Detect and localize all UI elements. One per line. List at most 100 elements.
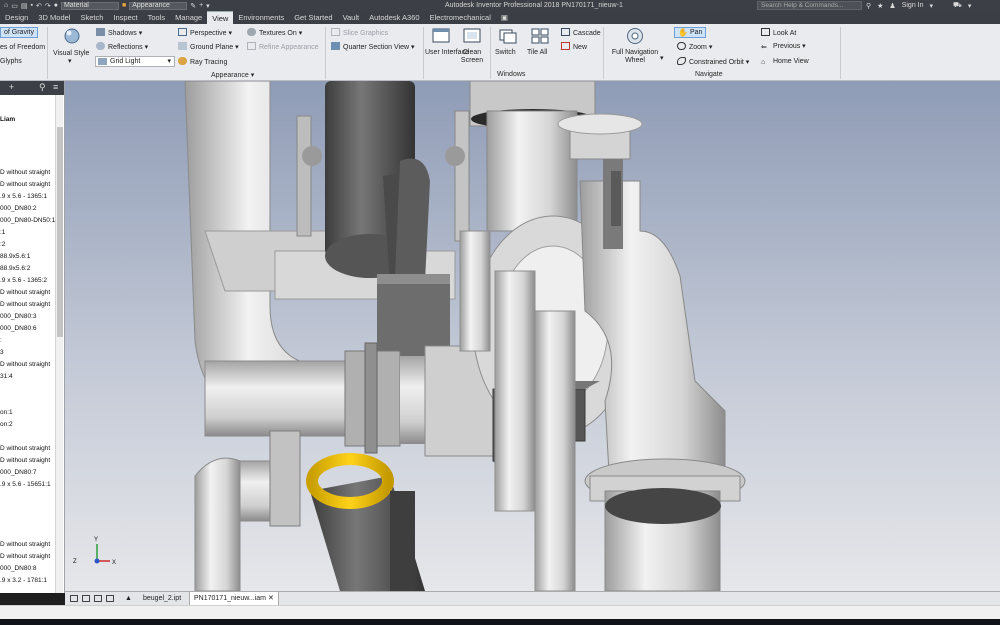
material-combo[interactable]: Material <box>60 1 119 10</box>
tab-3d-model[interactable]: 3D Model <box>33 11 75 24</box>
tab-get-started[interactable]: Get Started <box>289 11 337 24</box>
cart-icon[interactable]: ⛟ <box>953 1 962 10</box>
visual-style-dropdown-icon[interactable]: ▾ <box>68 58 72 66</box>
browser-node[interactable]: 88.9x5.6:2 <box>0 265 30 272</box>
previous-view-button[interactable]: ⇐ Previous ▾ <box>761 42 806 51</box>
look-at-button[interactable]: Look At <box>761 28 796 38</box>
layout-vertical-icon[interactable] <box>94 595 102 602</box>
adjust-icon[interactable]: ✎ <box>190 2 196 10</box>
browser-node[interactable]: .9 x 5.6 - 15651:1 <box>0 481 51 488</box>
browser-node[interactable]: : <box>0 337 2 344</box>
binoculars-icon[interactable]: ⚲ <box>866 2 871 10</box>
zoom-button[interactable]: Zoom ▾ <box>677 42 712 52</box>
tab-environments[interactable]: Environments <box>233 11 289 24</box>
customize-icon[interactable]: ▾ <box>206 2 210 10</box>
search-input[interactable]: Search Help & Commands... <box>757 1 862 10</box>
browser-node[interactable]: :1 <box>0 229 5 236</box>
full-navigation-wheel-button[interactable]: Full Navigation Wheel <box>611 49 659 65</box>
user-icon[interactable]: ♟ <box>889 2 895 10</box>
browser-node[interactable]: .9 x 5.6 - 1365:1 <box>0 193 47 200</box>
appearance-sphere-icon[interactable]: ● <box>54 2 58 9</box>
add-icon[interactable]: + <box>9 82 14 92</box>
appearance-combo[interactable]: Appearance <box>129 1 188 10</box>
browser-node[interactable]: 000_DN80:7 <box>0 469 37 476</box>
browser-node[interactable]: .9 x 3.2 - 1781:1 <box>0 577 47 584</box>
tile-all-button[interactable]: Tile All <box>527 49 547 57</box>
tab-vault[interactable]: Vault <box>338 11 365 24</box>
cascade-button[interactable]: Cascade <box>561 28 601 38</box>
save-icon[interactable]: ▪ <box>30 2 32 9</box>
browser-node[interactable]: D without straight <box>0 457 50 464</box>
browser-node[interactable]: 31:4 <box>0 373 13 380</box>
browser-node[interactable]: on:1 <box>0 409 13 416</box>
browser-node[interactable]: D without straight <box>0 289 50 296</box>
degrees-of-freedom-button[interactable]: es of Freedom <box>0 43 45 52</box>
tab-electromechanical[interactable]: Electromechanical <box>425 11 496 24</box>
tab-view[interactable]: View <box>207 11 234 24</box>
sign-in-link[interactable]: Sign In <box>902 2 924 9</box>
browser-node[interactable]: 000_DN80-DN50:1 <box>0 217 55 224</box>
browser-node[interactable]: 000_DN80:8 <box>0 565 37 572</box>
layout-grid-icon[interactable] <box>82 595 90 602</box>
quarter-section-view-button[interactable]: Quarter Section View ▾ <box>331 42 414 52</box>
tab-sketch[interactable]: Sketch <box>75 11 108 24</box>
new-window-button[interactable]: New <box>561 42 587 52</box>
doc-tab-pn170171[interactable]: PN170171_nieuw...iam ✕ <box>189 592 279 605</box>
switch-button[interactable]: Switch <box>495 49 516 57</box>
browser-node[interactable]: 88.9x5.6:1 <box>0 253 30 260</box>
new-file-icon[interactable]: ▭ <box>11 2 18 10</box>
browser-node[interactable]: D without straight <box>0 181 50 188</box>
browser-node[interactable]: :2 <box>0 241 5 248</box>
doc-tab-beugel[interactable]: beugel_2.ipt <box>139 592 185 605</box>
browser-node[interactable]: 000_DN80:6 <box>0 325 37 332</box>
reflections-button[interactable]: Reflections ▾ <box>96 42 148 52</box>
search-icon[interactable]: ⚲ <box>39 82 46 93</box>
browser-node[interactable]: D without straight <box>0 553 50 560</box>
favorites-star-icon[interactable]: ★ <box>877 2 883 10</box>
browser-root-node[interactable]: Liam <box>0 116 15 123</box>
browser-node[interactable]: D without straight <box>0 169 50 176</box>
center-of-gravity-button[interactable]: of Gravity <box>0 27 38 38</box>
sign-in-dropdown-icon[interactable]: ▾ <box>930 2 934 10</box>
clean-screen-button[interactable]: Clean Screen <box>460 49 484 65</box>
undo-icon[interactable]: ↶ <box>36 2 42 10</box>
browser-node[interactable]: .9 x 5.6 - 1365:2 <box>0 277 47 284</box>
tab-design[interactable]: Design <box>0 11 33 24</box>
home-icon[interactable]: ⌂ <box>4 2 8 9</box>
navigation-wheel-dropdown-icon[interactable]: ▾ <box>660 55 664 63</box>
ground-plane-button[interactable]: Ground Plane ▾ <box>178 42 239 52</box>
perspective-button[interactable]: Perspective ▾ <box>178 28 232 38</box>
open-icon[interactable]: ▤ <box>21 2 28 10</box>
tab-inspect[interactable]: Inspect <box>108 11 142 24</box>
close-tab-icon[interactable]: ✕ <box>268 595 274 602</box>
ribbon-display-toggle-icon[interactable]: ▣ <box>496 11 513 24</box>
tab-tools[interactable]: Tools <box>143 11 171 24</box>
textures-on-button[interactable]: Textures On ▾ <box>247 28 302 38</box>
lighting-style-select[interactable]: Grid Light ▾ <box>95 56 175 67</box>
ifeature-glyphs-button[interactable]: Glyphs <box>0 57 22 66</box>
browser-node[interactable]: 000_DN80:3 <box>0 313 37 320</box>
browser-node[interactable]: D without straight <box>0 301 50 308</box>
model-canvas[interactable]: Y X Z <box>65 81 1000 591</box>
browser-node[interactable]: on:2 <box>0 421 13 428</box>
palette-icon[interactable]: ■ <box>122 2 126 9</box>
layout-single-icon[interactable] <box>70 595 78 602</box>
visual-style-button[interactable]: Visual Style <box>53 50 89 58</box>
refine-appearance-button[interactable]: Refine Appearance <box>247 42 319 52</box>
browser-node[interactable]: D without straight <box>0 541 50 548</box>
scrollbar-thumb[interactable] <box>57 127 63 337</box>
redo-icon[interactable]: ↷ <box>45 2 51 10</box>
tab-autodesk-a360[interactable]: Autodesk A360 <box>364 11 424 24</box>
tab-manage[interactable]: Manage <box>170 11 207 24</box>
layout-tile-icon[interactable] <box>106 595 114 602</box>
tab-list-arrow-icon[interactable]: ▲ <box>121 592 136 605</box>
browser-scrollbar[interactable] <box>55 95 63 593</box>
browser-node[interactable]: 3 <box>0 349 4 356</box>
plus-icon[interactable]: + <box>199 2 203 9</box>
ray-tracing-button[interactable]: Ray Tracing <box>178 57 227 67</box>
browser-node[interactable]: 000_DN80:2 <box>0 205 37 212</box>
home-view-button[interactable]: ⌂ Home View <box>761 57 809 66</box>
graphics-viewport[interactable]: Y X Z <box>65 81 1000 591</box>
shadows-button[interactable]: Shadows ▾ <box>96 28 142 38</box>
slice-graphics-button[interactable]: Slice Graphics <box>331 28 388 38</box>
